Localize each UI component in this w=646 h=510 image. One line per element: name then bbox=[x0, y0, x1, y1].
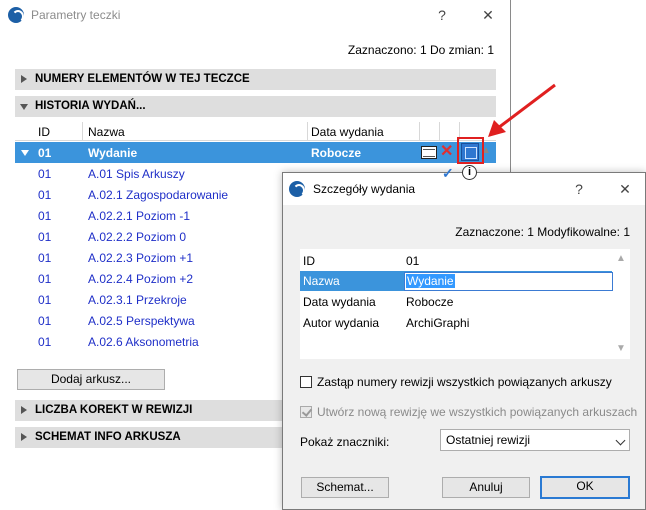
expand-arrow-icon bbox=[21, 75, 27, 83]
row-id: 01 bbox=[38, 209, 52, 223]
new-revision-checkbox[interactable] bbox=[300, 406, 312, 418]
col-id-header[interactable]: ID bbox=[38, 125, 50, 139]
issue-details-dialog: Szczegóły wydania ? ✕ Zaznaczone: 1 Mody… bbox=[282, 172, 646, 510]
schema-button[interactable]: Schemat... bbox=[301, 477, 389, 498]
section-corrections-label: LICZBA KOREKT W REWIZJI bbox=[35, 404, 193, 416]
new-revision-label: Utwórz nową rewizję we wszystkich powiąz… bbox=[317, 405, 638, 419]
details-window-title: Szczegóły wydania bbox=[313, 182, 416, 196]
help-button[interactable]: ? bbox=[432, 6, 452, 24]
section-history[interactable]: HISTORIA WYDAŃ... bbox=[15, 96, 496, 117]
section-schema-label: SCHEMAT INFO ARKUSZA bbox=[35, 431, 181, 443]
name-edit-text[interactable]: Wydanie bbox=[406, 274, 455, 288]
row-id: 01 bbox=[38, 230, 52, 244]
row-name: A.01 Spis Arkuszy bbox=[88, 167, 185, 181]
collapse-row-icon[interactable] bbox=[21, 150, 29, 156]
col-date-header[interactable]: Data wydania bbox=[311, 125, 384, 139]
delete-x-icon[interactable]: ✕ bbox=[440, 143, 453, 161]
show-markers-value: Ostatniej rewizji bbox=[446, 433, 531, 447]
checkmark-icon[interactable]: ✓ bbox=[442, 165, 454, 182]
selection-status: Zaznaczono: 1 Do zmian: 1 bbox=[347, 43, 494, 57]
row-id: 01 bbox=[38, 251, 52, 265]
scroll-up-icon[interactable]: ▲ bbox=[616, 253, 626, 264]
collapse-arrow-icon bbox=[20, 104, 28, 110]
row-name: A.02.6 Aksonometria bbox=[88, 335, 199, 349]
row-name: A.02.2.1 Poziom -1 bbox=[88, 209, 191, 223]
main-window-title: Parametry teczki bbox=[31, 8, 121, 22]
book-icon[interactable] bbox=[421, 146, 437, 159]
row-name: A.02.3.1 Przekroje bbox=[88, 293, 187, 307]
ok-button[interactable]: OK bbox=[540, 476, 630, 499]
close-button[interactable]: ✕ bbox=[478, 6, 498, 24]
property-row-id[interactable]: ID 01 bbox=[300, 251, 612, 271]
row-name: A.02.1 Zagospodarowanie bbox=[88, 188, 229, 202]
chevron-down-icon bbox=[615, 435, 626, 446]
table-row-selected[interactable]: 01 Wydanie Robocze ✕ bbox=[15, 142, 496, 163]
main-titlebar: Parametry teczki ? ✕ bbox=[0, 0, 510, 31]
property-row-author[interactable]: Autor wydania ArchiGraphi bbox=[300, 313, 612, 333]
row-id: 01 bbox=[38, 314, 52, 328]
property-value: 01 bbox=[406, 254, 420, 268]
row-date: Robocze bbox=[311, 146, 362, 160]
section-elements[interactable]: NUMERY ELEMENTÓW W TEJ TECZCE bbox=[15, 69, 496, 90]
row-name: Wydanie bbox=[88, 146, 138, 160]
row-name: A.02.5 Perspektywa bbox=[88, 314, 195, 328]
expand-arrow-icon bbox=[21, 433, 27, 441]
scroll-down-icon[interactable]: ▼ bbox=[616, 343, 626, 354]
row-id: 01 bbox=[38, 335, 52, 349]
details-status: Zaznaczone: 1 Modyfikowalne: 1 bbox=[455, 225, 630, 239]
table-header: ID Nazwa Data wydania bbox=[15, 122, 496, 141]
property-value: ArchiGraphi bbox=[406, 316, 470, 330]
close-button[interactable]: ✕ bbox=[615, 180, 635, 198]
info-icon[interactable]: i bbox=[462, 165, 477, 180]
row-id: 01 bbox=[38, 293, 52, 307]
archicad-icon bbox=[289, 181, 305, 197]
property-key: ID bbox=[303, 254, 315, 268]
row-id: 01 bbox=[38, 146, 52, 160]
column-divider bbox=[307, 122, 308, 141]
property-row-name[interactable]: Nazwa Wydanie bbox=[300, 271, 613, 291]
column-divider bbox=[419, 122, 420, 141]
cancel-button[interactable]: Anuluj bbox=[442, 477, 530, 498]
property-key: Nazwa bbox=[303, 274, 340, 288]
replace-revisions-label: Zastąp numery rewizji wszystkich powiąza… bbox=[317, 375, 612, 389]
expand-arrow-icon bbox=[21, 406, 27, 414]
section-elements-label: NUMERY ELEMENTÓW W TEJ TECZCE bbox=[35, 73, 250, 85]
callout-arrow bbox=[488, 83, 556, 137]
column-divider bbox=[82, 122, 83, 141]
help-button[interactable]: ? bbox=[569, 180, 589, 198]
column-divider bbox=[439, 122, 440, 141]
property-row-date[interactable]: Data wydania Robocze bbox=[300, 292, 612, 312]
archicad-icon bbox=[8, 7, 24, 23]
row-name: A.02.2.2 Poziom 0 bbox=[88, 230, 187, 244]
row-id: 01 bbox=[38, 272, 52, 286]
section-history-label: HISTORIA WYDAŃ... bbox=[35, 100, 146, 112]
col-name-header[interactable]: Nazwa bbox=[88, 125, 125, 139]
show-markers-label: Pokaż znaczniki: bbox=[300, 435, 390, 449]
row-name: A.02.2.4 Poziom +2 bbox=[88, 272, 194, 286]
properties-list: ID 01 Nazwa Wydanie Data wydania Robocze… bbox=[300, 249, 630, 359]
property-value: Robocze bbox=[406, 295, 454, 309]
property-key: Autor wydania bbox=[303, 316, 380, 330]
show-markers-select[interactable]: Ostatniej rewizji bbox=[440, 429, 630, 451]
row-id: 01 bbox=[38, 188, 52, 202]
name-edit-field[interactable]: Wydanie bbox=[404, 272, 613, 291]
row-id: 01 bbox=[38, 167, 52, 181]
replace-revisions-checkbox[interactable] bbox=[300, 376, 312, 388]
row-name: A.02.2.3 Poziom +1 bbox=[88, 251, 194, 265]
add-sheet-button[interactable]: Dodaj arkusz... bbox=[17, 369, 165, 390]
property-key: Data wydania bbox=[303, 295, 376, 309]
